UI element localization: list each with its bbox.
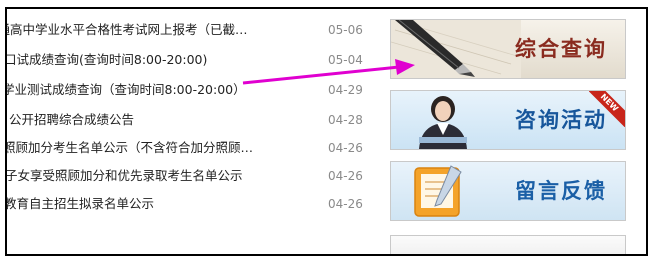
- news-title[interactable]: 教育自主招生拟录名单公示: [7, 193, 312, 215]
- list-item[interactable]: 学业测试成绩查询（查询时间8:00-20:00） 04-29: [7, 79, 377, 101]
- news-date: 04-29: [328, 83, 363, 97]
- list-item[interactable]: 口试成绩查询(查询时间8:00-20:00) 05-04: [7, 49, 377, 71]
- news-title[interactable]: 普通高中学业水平合格性考试网上报考（已截…: [7, 19, 293, 41]
- news-date: 04-26: [328, 141, 363, 155]
- list-item[interactable]: 公开招聘综合成绩公告 04-28: [7, 109, 377, 131]
- news-date: 05-04: [328, 53, 363, 67]
- consult-banner[interactable]: NEW 咨询活动: [390, 90, 626, 150]
- consultant-icon: [419, 96, 467, 149]
- query-banner[interactable]: 综合查询: [390, 19, 626, 79]
- list-item[interactable]: 照顾加分考生名单公示（不含符合加分照顾… 04-26: [7, 137, 377, 159]
- news-date: 04-26: [328, 169, 363, 183]
- list-item[interactable]: 教育自主招生拟录名单公示 04-26: [7, 193, 377, 215]
- consult-banner-label: 咨询活动: [515, 108, 607, 132]
- content-frame: 普通高中学业水平合格性考试网上报考（已截… 05-06 口试成绩查询(查询时间8…: [5, 7, 648, 256]
- news-title[interactable]: 学业测试成绩查询（查询时间8:00-20:00）: [7, 79, 310, 101]
- banner-partial[interactable]: [390, 235, 626, 254]
- news-list: 普通高中学业水平合格性考试网上报考（已截… 05-06 口试成绩查询(查询时间8…: [7, 9, 377, 254]
- news-date: 04-28: [328, 113, 363, 127]
- news-title[interactable]: 公开招聘综合成绩公告: [9, 109, 317, 131]
- query-banner-label: 综合查询: [515, 37, 607, 61]
- list-item[interactable]: 普通高中学业水平合格性考试网上报考（已截… 05-06: [7, 19, 377, 41]
- message-banner-label: 留言反馈: [515, 179, 607, 203]
- list-item[interactable]: 子女享受照顾加分和优先录取考生名单公示 04-26: [7, 165, 377, 187]
- news-title[interactable]: 子女享受照顾加分和优先录取考生名单公示: [7, 165, 313, 187]
- news-title[interactable]: 口试成绩查询(查询时间8:00-20:00): [7, 49, 312, 71]
- news-date: 04-26: [328, 197, 363, 211]
- notepad-icon: [414, 165, 462, 217]
- pen-icon: [391, 20, 521, 78]
- news-title[interactable]: 照顾加分考生名单公示（不含符合加分照顾…: [7, 137, 311, 159]
- message-banner[interactable]: 留言反馈: [390, 161, 626, 221]
- news-date: 05-06: [328, 23, 363, 37]
